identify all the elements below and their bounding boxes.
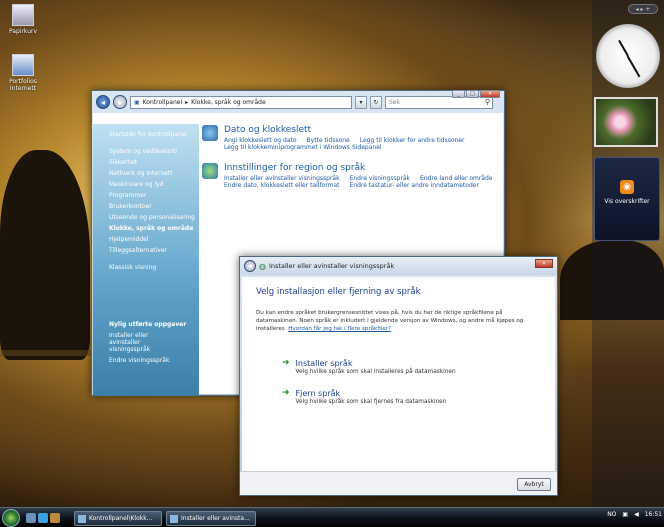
rock-silhouette: [0, 150, 90, 360]
recent-task[interactable]: Installer eller avinstaller visningssprå…: [109, 332, 181, 353]
rss-gadget[interactable]: ◉ Vis overskrifter: [594, 157, 660, 241]
quicklaunch-ie-icon[interactable]: [38, 513, 48, 523]
taskbar: Kontrollpanel\Klokk... Installer eller a…: [0, 507, 664, 527]
sidebar-controls[interactable]: ◂ ▸ +: [628, 4, 658, 14]
task-link[interactable]: Endre visningsspråk: [350, 175, 410, 182]
task-link[interactable]: Endre dato, klokkeslett eller tallformat: [224, 182, 339, 189]
clock[interactable]: 16:51: [645, 511, 662, 518]
recent-tasks-title: Nylig utførte oppgaver: [109, 321, 187, 328]
option-desc: Velg hvilke språk som skal fjernes fra d…: [295, 399, 447, 405]
address-bar[interactable]: ▣ Kontrollpanel ▸ Klokke, språk og områd…: [130, 95, 352, 109]
window-controls: _ □ ✕: [452, 90, 500, 98]
back-button[interactable]: ◂: [244, 260, 256, 272]
language-indicator[interactable]: NO: [607, 511, 616, 518]
language-icon: ◍: [259, 261, 266, 271]
task-link[interactable]: Installer eller avinstaller visningssprå…: [224, 175, 340, 182]
system-tray: NO ▣ ◀ 16:51: [607, 511, 662, 518]
desktop-icon-label: Papirkurv: [8, 28, 38, 35]
breadcrumb-separator-icon: ▸: [185, 98, 189, 106]
category-title[interactable]: Innstillinger for region og språk: [224, 163, 502, 173]
nav-item[interactable]: Utseende og personalisering: [109, 214, 199, 221]
task-language-dialog[interactable]: Installer eller avinsta...: [166, 511, 256, 526]
rss-icon: ◉: [620, 180, 634, 194]
nav-item[interactable]: Brukerkontoer: [109, 203, 199, 210]
nav-item-current[interactable]: Klokke, språk og område: [109, 225, 199, 232]
close-button[interactable]: ✕: [535, 259, 553, 268]
folder-icon: ▣: [134, 98, 140, 106]
green-arrow-icon: ➜: [282, 388, 290, 398]
task-link[interactable]: Endre land eller område: [420, 175, 492, 182]
category-region-language: Innstillinger for region og språk Instal…: [202, 163, 502, 189]
search-placeholder: Søk: [389, 98, 400, 106]
breadcrumb-1[interactable]: Kontrollpanel: [143, 99, 182, 106]
option-title[interactable]: Installer språk: [296, 359, 456, 368]
breadcrumb-2[interactable]: Klokke, språk og område: [191, 99, 266, 106]
volume-icon[interactable]: ◀: [634, 511, 639, 518]
task-link[interactable]: Bytte tidssone: [307, 137, 350, 144]
dropdown-button[interactable]: ▾: [355, 95, 367, 109]
category-content: Dato og klokkeslett Angi klokkeslett og …: [202, 125, 502, 201]
nav-home[interactable]: Startside for kontrollpanel: [109, 131, 199, 138]
task-link[interactable]: Angi klokkeslett og dato: [224, 137, 297, 144]
minimize-button[interactable]: _: [452, 90, 465, 98]
refresh-button[interactable]: ↻: [370, 95, 382, 109]
quicklaunch-desktop-icon[interactable]: [26, 513, 36, 523]
dialog-title: Installer eller avinstaller visningssprå…: [268, 262, 395, 270]
slideshow-gadget[interactable]: [594, 97, 658, 147]
hour-hand: [618, 39, 629, 57]
close-button[interactable]: ✕: [480, 90, 500, 98]
option-title[interactable]: Fjern språk: [296, 389, 447, 398]
minute-hand: [627, 55, 641, 78]
maximize-button[interactable]: □: [466, 90, 479, 98]
dialog-titlebar: ◂ ◍ Installer eller avinstaller visnings…: [240, 257, 557, 275]
nav-item[interactable]: Maskinvare og lyd: [109, 181, 199, 188]
nav-item[interactable]: System og vedlikehold: [109, 148, 199, 155]
rss-label: Vis overskrifter: [604, 198, 650, 205]
quicklaunch-folder-icon[interactable]: [50, 513, 60, 523]
start-button[interactable]: [2, 509, 20, 527]
cancel-button[interactable]: Avbryt: [517, 478, 551, 491]
remove-language-option[interactable]: ➜ Fjern språk Velg hvilke språk som skal…: [282, 388, 541, 406]
nav-item[interactable]: Hjelpemiddel: [109, 236, 199, 243]
dialog-footer: Avbryt: [240, 471, 557, 495]
left-nav-pane: Startside for kontrollpanel System og ve…: [93, 124, 199, 396]
task-control-panel[interactable]: Kontrollpanel\Klokk...: [74, 511, 162, 526]
portfolio-icon: [12, 54, 34, 76]
clock-gadget[interactable]: [596, 24, 660, 88]
help-link[interactable]: Hvordan får jeg tak i flere språkfiler?: [288, 326, 391, 332]
dialog-heading: Velg installasjon eller fjerning av språ…: [256, 287, 421, 297]
network-icon[interactable]: ▣: [622, 511, 628, 518]
desktop-icon-recycle-bin[interactable]: Papirkurv: [0, 4, 46, 35]
category-date-time: Dato og klokkeslett Angi klokkeslett og …: [202, 125, 502, 151]
control-panel-toolbar: ◂ ▸ ▣ Kontrollpanel ▸ Klokke, språk og o…: [92, 90, 504, 113]
desktop-icon-portfolio[interactable]: Portfolios Internett: [0, 54, 46, 92]
task-link[interactable]: Legg til klokkeminiprogrammet i Windows …: [224, 144, 382, 151]
recent-task[interactable]: Endre visningsspråk: [109, 357, 199, 364]
desktop-icon-label: Portfolios Internett: [9, 78, 37, 92]
nav-item[interactable]: Tilleggsalternativer: [109, 247, 199, 254]
back-button[interactable]: ◂: [96, 95, 110, 109]
green-arrow-icon: ➜: [282, 358, 290, 368]
category-title[interactable]: Dato og klokkeslett: [224, 125, 475, 135]
globe-icon: [202, 163, 218, 179]
nav-item[interactable]: Sikkerhet: [109, 159, 199, 166]
forward-button[interactable]: ▸: [113, 95, 127, 109]
option-desc: Velg hvilke språk som skal installeres p…: [295, 369, 456, 375]
dialog-body: Velg installasjon eller fjerning av språ…: [242, 277, 555, 471]
nav-classic-view[interactable]: Klassisk visning: [109, 264, 199, 271]
install-language-option[interactable]: ➜ Installer språk Velg hvilke språk som …: [282, 358, 541, 376]
nav-item[interactable]: Programmer: [109, 192, 199, 199]
dialog-paragraph: Du kan endre språket brukergrensesnittet…: [256, 309, 541, 333]
task-link[interactable]: Endre tastatur- eller andre inndatametod…: [349, 182, 478, 189]
search-icon: ⚲: [484, 97, 490, 106]
task-link[interactable]: Legg til klokker for andre tidssoner: [360, 137, 465, 144]
nav-item[interactable]: Nettverk og Internett: [109, 170, 199, 177]
language-dialog: ◂ ◍ Installer eller avinstaller visnings…: [239, 256, 558, 496]
clock-icon: [202, 125, 218, 141]
recycle-bin-icon: [12, 4, 34, 26]
